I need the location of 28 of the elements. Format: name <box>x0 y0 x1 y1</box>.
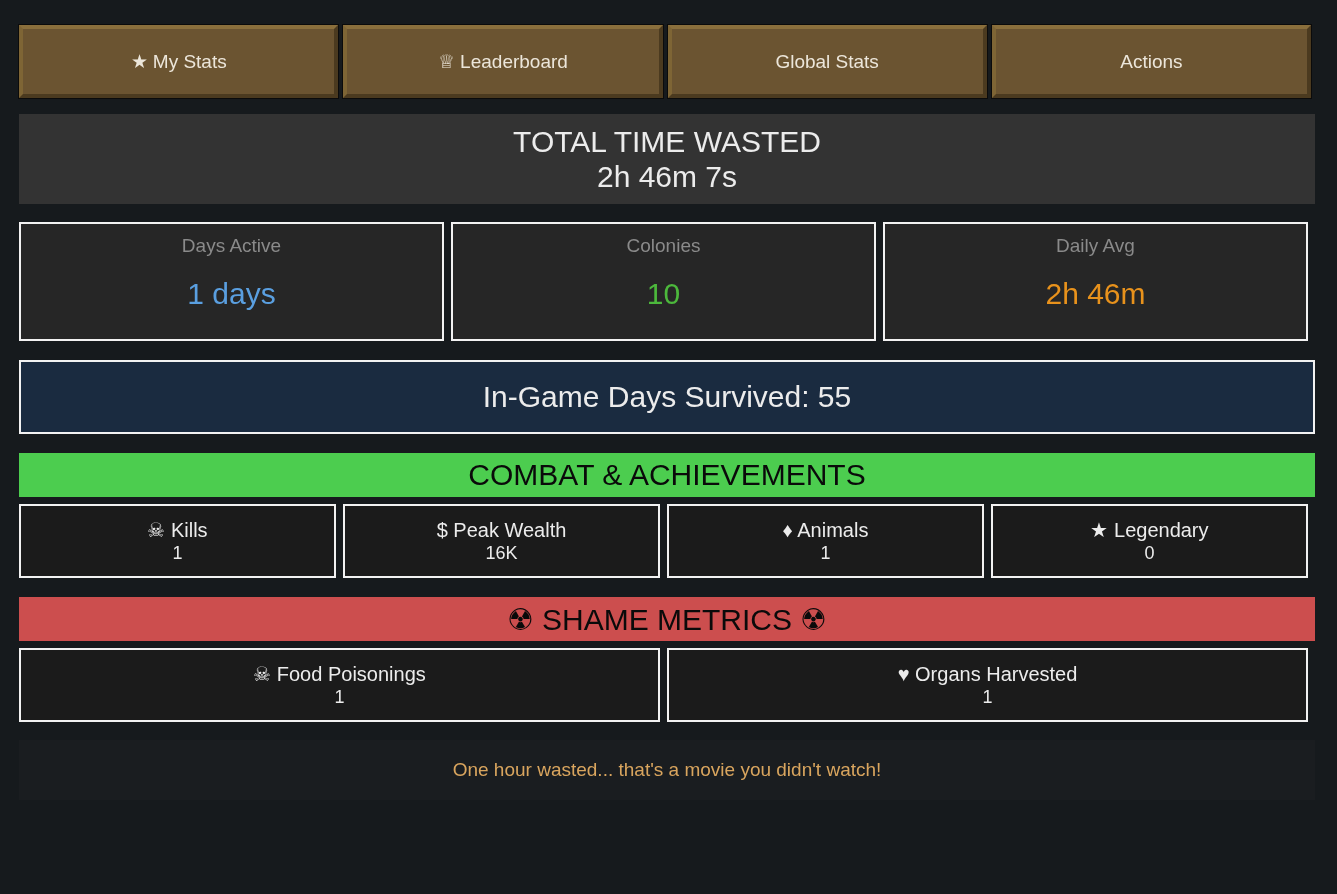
summary-label: Days Active <box>181 235 282 257</box>
summary-value: 10 <box>646 277 681 311</box>
days-survived-banner: In-Game Days Survived: 55 <box>19 360 1315 434</box>
nav-button[interactable]: ♕ Leaderboard <box>343 25 663 98</box>
stat-value: 1 <box>820 542 831 564</box>
stat-label: $ Peak Wealth <box>436 518 567 542</box>
nav-button[interactable]: Actions <box>991 25 1311 98</box>
summary-value: 2h 46m <box>1045 277 1146 311</box>
stat-value: 1 <box>172 542 183 564</box>
summary-value: 1 days <box>187 277 276 311</box>
section-header: COMBAT & ACHIEVEMENTS <box>19 453 1315 497</box>
total-time-title: TOTAL TIME WASTED <box>513 124 821 159</box>
summary-label: Daily Avg <box>1056 235 1135 257</box>
stat-label: ♦ Animals <box>782 518 869 542</box>
total-time-value: 2h 46m 7s <box>596 159 738 194</box>
stat-label: ★ Legendary <box>1090 518 1209 542</box>
section-header: ☢ SHAME METRICS ☢ <box>19 597 1315 641</box>
stat-label: ☠ Kills <box>147 518 208 542</box>
message-text: One hour wasted... that's a movie you didn't watch! <box>452 759 882 781</box>
stat-label: ♥ Organs Harvested <box>897 662 1078 686</box>
stat-value: 1 <box>982 686 993 708</box>
stat-value: 0 <box>1144 542 1155 564</box>
stat-label: ☠ Food Poisonings <box>253 662 426 686</box>
summary-label: Colonies <box>626 235 701 257</box>
stat-value: 1 <box>334 686 345 708</box>
stat-value: 16K <box>485 542 518 564</box>
nav-button[interactable]: Global Stats <box>667 25 987 98</box>
nav-button[interactable]: ★ My Stats <box>19 25 339 98</box>
